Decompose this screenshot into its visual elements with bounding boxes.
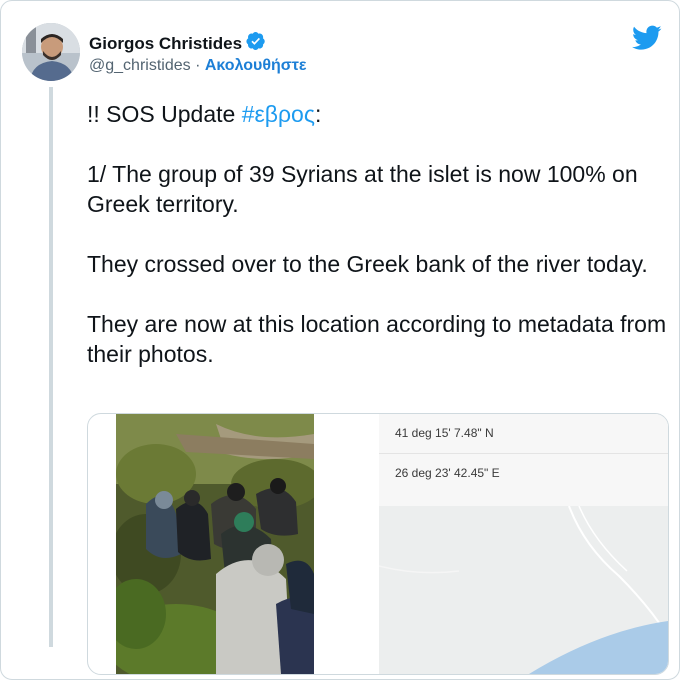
tweet-line-1-prefix: !! SOS Update	[87, 101, 242, 127]
tweet-media[interactable]: 41 deg 15' 7.48" N 26 deg 23' 42.45" E	[87, 413, 669, 675]
latitude-value: 41 deg 15' 7.48" N	[379, 414, 668, 452]
author-avatar[interactable]	[22, 23, 80, 81]
separator-dot: ·	[195, 57, 201, 74]
follow-button[interactable]: Ακολουθήστε	[205, 57, 307, 74]
author-name-row[interactable]: Giorgos Christides	[89, 31, 266, 56]
tweet-text: !! SOS Update #εβρος: 1/ The group of 39…	[87, 99, 672, 399]
tweet-paragraph-2: 1/ The group of 39 Syrians at the islet …	[87, 161, 638, 217]
location-map[interactable]	[378, 505, 668, 674]
metadata-panel: 41 deg 15' 7.48" N 26 deg 23' 42.45" E	[378, 414, 668, 674]
twitter-bird-icon[interactable]	[631, 25, 662, 56]
tweet-paragraph-1: !! SOS Update #εβρος:	[87, 99, 672, 129]
thread-line	[49, 87, 53, 647]
tweet-line-1-suffix: :	[314, 101, 322, 127]
longitude-value: 26 deg 23' 42.45" E	[379, 453, 668, 491]
tweet-card: Giorgos Christides @g_christides · Ακολο…	[0, 0, 680, 680]
handle-row: @g_christides · Ακολουθήστε	[89, 57, 306, 75]
author-name[interactable]: Giorgos Christides	[89, 34, 242, 54]
verified-badge-icon	[246, 31, 266, 56]
hashtag-link[interactable]: #εβρος	[242, 101, 315, 127]
group-photo[interactable]	[106, 414, 321, 674]
tweet-paragraph-4: They are now at this location according …	[87, 311, 667, 367]
author-handle[interactable]: @g_christides	[89, 57, 191, 74]
tweet-paragraph-3: They crossed over to the Greek bank of t…	[87, 251, 648, 277]
